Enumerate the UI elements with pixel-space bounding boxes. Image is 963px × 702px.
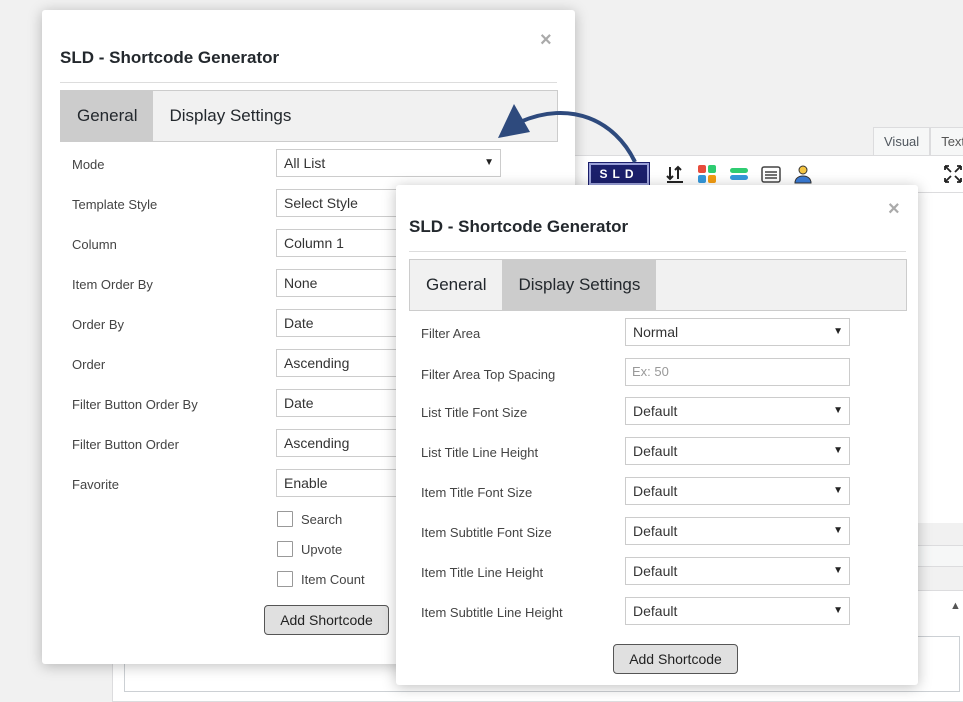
upvote-checkbox-row[interactable]: Upvote <box>277 541 342 557</box>
upvote-checkbox-label: Upvote <box>301 541 343 557</box>
column-label: Column <box>72 237 117 252</box>
order-by-label: Order By <box>72 317 125 332</box>
dropdown-arrow-icon: ▼ <box>833 485 843 496</box>
favorite-label: Favorite <box>72 477 119 492</box>
mode-label: Mode <box>72 157 105 172</box>
divider <box>60 82 557 83</box>
divider <box>409 251 906 252</box>
dropdown-arrow-icon: ▼ <box>833 405 843 416</box>
tab-text[interactable]: Text <box>930 127 963 155</box>
document-list-icon[interactable] <box>761 164 781 184</box>
filter-button-order-label: Filter Button Order <box>72 437 179 452</box>
tab-visual[interactable]: Visual <box>873 127 931 155</box>
search-checkbox[interactable] <box>277 511 293 527</box>
list-title-line-height-label: List Title Line Height <box>421 445 539 460</box>
shortcode-generator-dialog-display: SLD - Shortcode Generator × General Disp… <box>396 185 918 685</box>
curved-arrow-icon <box>498 104 637 163</box>
add-shortcode-button[interactable]: Add Shortcode <box>613 644 738 674</box>
dropdown-arrow-icon: ▼ <box>833 445 843 456</box>
close-icon[interactable]: × <box>540 30 552 50</box>
filter-area-label: Filter Area <box>421 326 481 341</box>
item-subtitle-font-size-select[interactable]: Default ▼ <box>625 517 850 545</box>
item-subtitle-line-height-label: Item Subtitle Line Height <box>421 605 563 620</box>
list-bars-icon[interactable] <box>729 164 749 184</box>
collapse-caret-icon[interactable]: ▲ <box>950 600 961 612</box>
filter-area-top-spacing-input[interactable]: Ex: 50 <box>625 358 850 386</box>
list-title-font-size-select[interactable]: Default ▼ <box>625 397 850 425</box>
item-count-checkbox-label: Item Count <box>301 571 365 587</box>
order-label: Order <box>72 357 106 372</box>
dropdown-arrow-icon: ▼ <box>833 605 843 616</box>
dialog-title: SLD - Shortcode Generator <box>409 217 629 236</box>
search-checkbox-label: Search <box>301 511 343 527</box>
item-count-checkbox[interactable] <box>277 571 293 587</box>
item-title-line-height-label: Item Title Line Height <box>421 565 544 580</box>
template-style-label: Template Style <box>72 197 158 212</box>
add-shortcode-button[interactable]: Add Shortcode <box>264 605 389 635</box>
list-title-font-size-label: List Title Font Size <box>421 405 528 420</box>
sort-icon[interactable] <box>665 164 685 184</box>
editor-mode-tabs: Visual Text <box>873 127 963 155</box>
dialog-title: SLD - Shortcode Generator <box>60 48 280 67</box>
search-checkbox-row[interactable]: Search <box>277 511 342 527</box>
item-subtitle-font-size-label: Item Subtitle Font Size <box>421 525 552 540</box>
filter-area-select[interactable]: Normal ▼ <box>625 318 850 346</box>
dropdown-arrow-icon: ▼ <box>833 326 843 337</box>
user-icon[interactable] <box>793 164 813 184</box>
dropdown-arrow-icon: ▼ <box>833 525 843 536</box>
dropdown-arrow-icon: ▼ <box>833 565 843 576</box>
tab-general[interactable]: General <box>61 91 154 141</box>
filter-button-order-by-label: Filter Button Order By <box>72 397 198 412</box>
item-subtitle-line-height-select[interactable]: Default ▼ <box>625 597 850 625</box>
upvote-checkbox[interactable] <box>277 541 293 557</box>
grid-blocks-icon[interactable] <box>697 164 717 184</box>
tab-display-settings[interactable]: Display Settings <box>502 260 657 310</box>
tab-general[interactable]: General <box>410 260 502 310</box>
dialog-tabs: General Display Settings <box>60 90 558 142</box>
item-count-checkbox-row[interactable]: Item Count <box>277 571 365 587</box>
item-order-by-label: Item Order By <box>72 277 153 292</box>
dialog-tabs: General Display Settings <box>409 259 907 311</box>
close-icon[interactable]: × <box>888 199 900 219</box>
mode-select[interactable]: All List ▼ <box>276 149 501 177</box>
filter-area-top-spacing-label: Filter Area Top Spacing <box>421 367 556 382</box>
item-title-line-height-select[interactable]: Default ▼ <box>625 557 850 585</box>
list-title-line-height-select[interactable]: Default ▼ <box>625 437 850 465</box>
item-title-font-size-select[interactable]: Default ▼ <box>625 477 850 505</box>
item-title-font-size-label: Item Title Font Size <box>421 485 533 500</box>
tab-display-settings[interactable]: Display Settings <box>153 91 307 141</box>
fullscreen-icon[interactable] <box>943 164 963 184</box>
